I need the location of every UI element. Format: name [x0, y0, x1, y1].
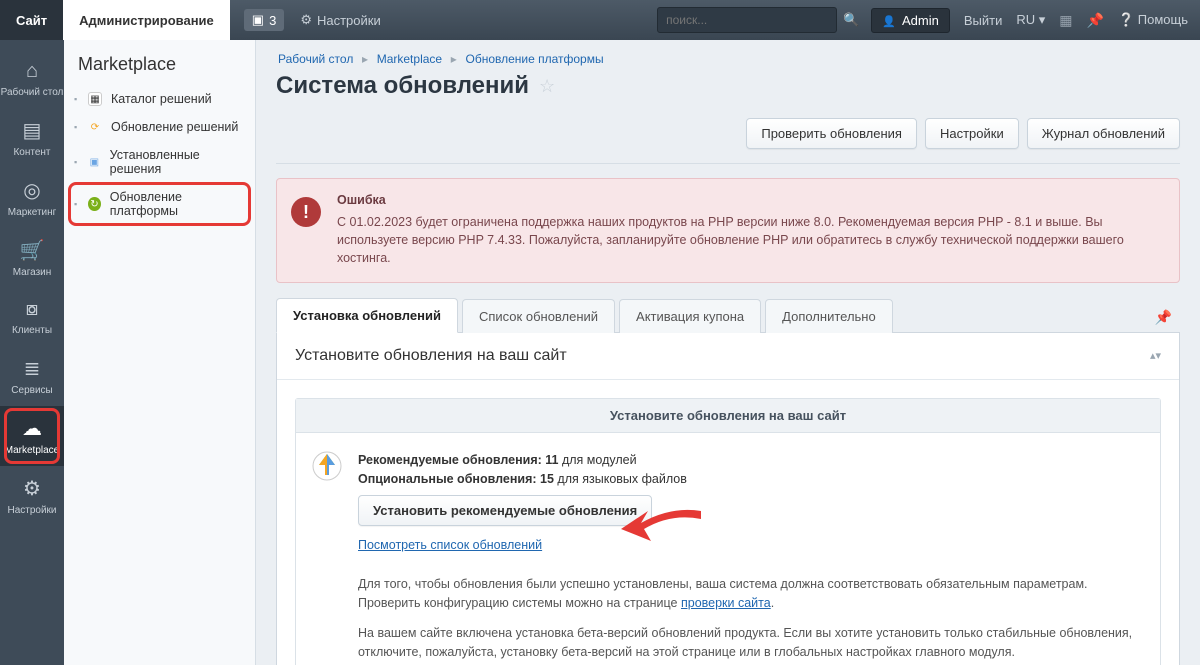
nav-settings[interactable]: ⚙ Настройки [0, 466, 64, 526]
nav-settings-label: Настройки [7, 505, 56, 516]
clients-icon: ⧇ [26, 298, 39, 321]
install-recommended-button[interactable]: Установить рекомендуемые обновления [358, 495, 652, 526]
error-body: С 01.02.2023 будет ограничена поддержка … [337, 213, 1165, 267]
topbar-settings-link[interactable]: Настройки [300, 12, 380, 28]
nav-desktop-label: Рабочий стол [1, 87, 64, 98]
action-row: Проверить обновления Настройки Журнал об… [256, 114, 1200, 163]
topbar-settings-label: Настройки [317, 13, 381, 28]
nav-desktop[interactable]: ⌂ Рабочий стол [0, 50, 64, 108]
nav-marketing[interactable]: ◎ Маркетинг [0, 168, 64, 228]
content-icon: ▤ [23, 118, 42, 143]
settings-button[interactable]: Настройки [925, 118, 1019, 149]
nav-store-label: Магазин [13, 267, 52, 278]
tab-update-list[interactable]: Список обновлений [462, 299, 615, 333]
main-content: Рабочий стол ▸ Marketplace ▸ Обновление … [256, 40, 1200, 665]
subnav-update-solutions-label: Обновление решений [111, 120, 238, 134]
sub-panel: Marketplace ▪▦Каталог решений ▪⟳Обновлен… [64, 40, 256, 665]
search-icon[interactable]: 🔍 [843, 12, 859, 28]
sub-panel-title: Marketplace [64, 54, 255, 85]
panel: Установите обновления на ваш сайт ▴▾ Уст… [276, 333, 1180, 665]
home-icon: ⌂ [26, 60, 38, 83]
pin-icon[interactable]: 📌 [1087, 12, 1104, 29]
nav-store[interactable]: 🛒 Магазин [0, 228, 64, 288]
updates-available-icon [312, 451, 342, 481]
subnav-installed[interactable]: ▪▣Установленные решения [64, 141, 255, 183]
nav-content-label: Контент [13, 147, 50, 158]
tab-coupon[interactable]: Активация купона [619, 299, 761, 333]
subnav-platform-update-label: Обновление платформы [110, 190, 241, 218]
nav-marketplace[interactable]: ☁ Marketplace [0, 406, 64, 466]
help-label: Помощь [1138, 12, 1188, 27]
tab-site[interactable]: Сайт [0, 0, 63, 40]
info-paragraph-2: На вашем сайте включена установка бета-в… [358, 624, 1142, 663]
page-title: Система обновлений [276, 72, 529, 100]
update-log-button[interactable]: Журнал обновлений [1027, 118, 1180, 149]
error-title: Ошибка [337, 191, 1165, 209]
check-updates-button[interactable]: Проверить обновления [746, 118, 917, 149]
gear-icon: ⚙ [23, 476, 41, 501]
cloud-download-icon: ☁ [22, 416, 42, 441]
pin-tabs-icon[interactable]: 📌 [1147, 303, 1180, 332]
box-icon: ▣ [88, 155, 101, 169]
logout-link[interactable]: Выйти [964, 13, 1003, 28]
refresh-icon: ⟳ [88, 120, 102, 134]
optional-count: 15 [540, 472, 554, 486]
subnav-catalog[interactable]: ▪▦Каталог решений [64, 85, 255, 113]
catalog-icon: ▦ [88, 92, 102, 106]
nav-services-label: Сервисы [11, 385, 52, 396]
tab-admin[interactable]: Администрирование [63, 0, 230, 40]
error-icon: ! [291, 197, 321, 227]
breadcrumb: Рабочий стол ▸ Marketplace ▸ Обновление … [256, 40, 1200, 72]
notifications-badge[interactable]: ▣ 3 [244, 9, 285, 31]
site-check-link[interactable]: проверки сайта [681, 596, 771, 610]
lang-selector[interactable]: RU ▾ [1016, 12, 1045, 28]
section-title: Установите обновления на ваш сайт [295, 347, 567, 365]
tab-install-updates[interactable]: Установка обновлений [276, 298, 458, 333]
breadcrumb-leaf[interactable]: Обновление платформы [465, 52, 603, 66]
view-update-list-link[interactable]: Посмотреть список обновлений [358, 538, 542, 552]
stack-icon: ≣ [24, 356, 41, 381]
nav-marketing-label: Маркетинг [8, 207, 57, 218]
nav-clients[interactable]: ⧇ Клиенты [0, 288, 64, 346]
optional-label: Опциональные обновления: [358, 472, 537, 486]
notification-icon: ▣ [252, 12, 264, 28]
current-user-button[interactable]: Admin [871, 8, 950, 33]
breadcrumb-root[interactable]: Рабочий стол [278, 52, 353, 66]
help-icon: ❔ [1118, 12, 1134, 27]
inner-box-title: Установите обновления на ваш сайт [296, 399, 1160, 433]
favorite-star-icon[interactable]: ☆ [539, 76, 555, 97]
notification-count: 3 [269, 13, 276, 28]
recommended-suffix: для модулей [562, 453, 637, 467]
section-toggle-icon[interactable]: ▴▾ [1150, 349, 1161, 362]
nav-content[interactable]: ▤ Контент [0, 108, 64, 168]
nav-marketplace-label: Marketplace [5, 445, 59, 456]
search-input[interactable] [666, 13, 828, 27]
optional-suffix: для языковых файлов [557, 472, 686, 486]
left-icon-bar: ⌂ Рабочий стол ▤ Контент ◎ Маркетинг 🛒 Магаз… [0, 40, 64, 665]
update-icon: ↻ [88, 197, 101, 211]
gear-icon [300, 12, 312, 28]
breadcrumb-mid[interactable]: Marketplace [377, 52, 442, 66]
current-user-label: Admin [902, 13, 939, 28]
search-box[interactable] [657, 7, 837, 33]
nav-clients-label: Клиенты [12, 325, 52, 336]
subnav-catalog-label: Каталог решений [111, 92, 212, 106]
subnav-update-solutions[interactable]: ▪⟳Обновление решений [64, 113, 255, 141]
grid-icon[interactable]: ▦ [1059, 12, 1072, 29]
recommended-label: Рекомендуемые обновления: [358, 453, 542, 467]
cart-icon: 🛒 [20, 238, 45, 263]
target-icon: ◎ [23, 178, 40, 203]
nav-services[interactable]: ≣ Сервисы [0, 346, 64, 406]
subnav-platform-update[interactable]: ▪↻Обновление платформы [64, 183, 255, 225]
help-link[interactable]: ❔ Помощь [1118, 12, 1188, 28]
subnav-installed-label: Установленные решения [110, 148, 241, 176]
tabs-row: Установка обновлений Список обновлений А… [276, 297, 1180, 333]
error-box: ! Ошибка С 01.02.2023 будет ограничена п… [276, 178, 1180, 283]
topbar: Сайт Администрирование ▣ 3 Настройки 🔍 A… [0, 0, 1200, 40]
user-icon [882, 13, 896, 28]
info-paragraph-1: Для того, чтобы обновления были успешно … [358, 575, 1142, 614]
inner-box: Установите обновления на ваш сайт Рекоме… [295, 398, 1161, 665]
recommended-count: 11 [545, 453, 558, 467]
tab-extra[interactable]: Дополнительно [765, 299, 893, 333]
